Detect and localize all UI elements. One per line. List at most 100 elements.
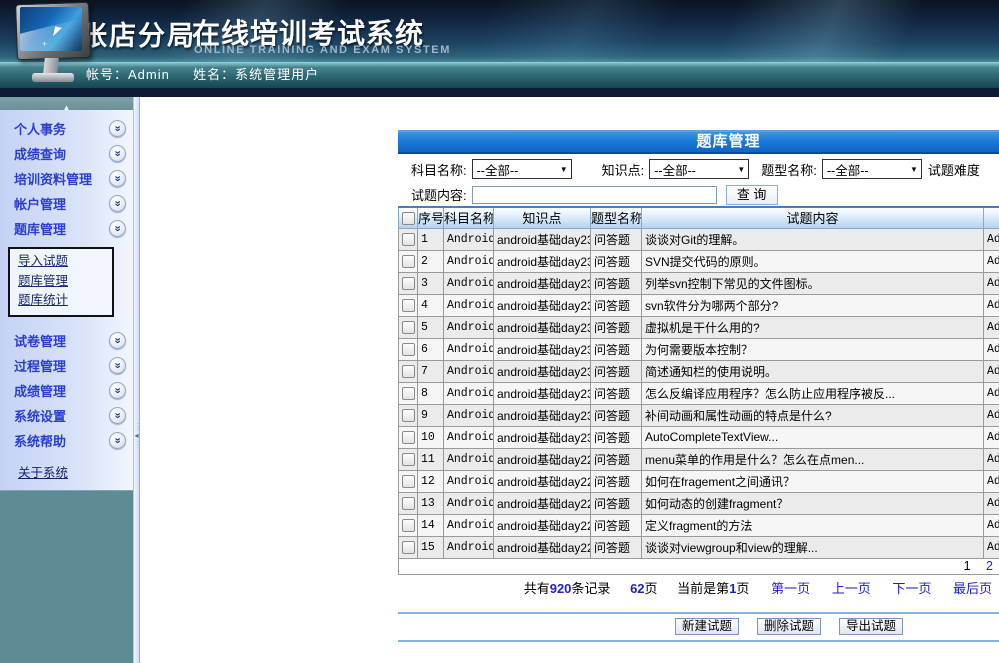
pages-suffix: 页 [645, 581, 658, 596]
cell-no: 10 [418, 426, 444, 448]
cell-subject: Android [444, 514, 494, 536]
cell-no: 13 [418, 492, 444, 514]
splitter-collapse-handle[interactable] [134, 422, 139, 449]
qtype-select[interactable]: --全部-- [822, 159, 922, 179]
sidebar-item-label: 个人事务 [14, 119, 109, 138]
cell-qtype: 问答题 [591, 228, 642, 250]
cell-subject: Android [444, 492, 494, 514]
sidebar-menu-item[interactable]: 成绩管理 [0, 378, 133, 403]
search-button[interactable]: 查 询 [726, 185, 778, 205]
cell-content: 虚拟机是干什么用的? [642, 316, 984, 338]
cell-content: SVN提交代码的原则。 [642, 250, 984, 272]
next-page-link[interactable]: 下一页 [892, 581, 931, 596]
action-button[interactable]: 新建试题 [675, 618, 739, 635]
cell-subject: Android [444, 382, 494, 404]
checkbox-cell [399, 470, 418, 492]
cell-knowledge: android基础day23 [494, 250, 591, 272]
sidebar-item-label: 成绩管理 [14, 381, 109, 400]
cell-knowledge: android基础day23 [494, 272, 591, 294]
sidebar-menu-item[interactable]: 成绩查询 [0, 141, 133, 166]
sidebar-collapse-strip [0, 97, 133, 110]
row-checkbox[interactable] [402, 541, 415, 554]
cell-knowledge: android基础day22 [494, 448, 591, 470]
sidebar-menu-item[interactable]: 培训资料管理 [0, 166, 133, 191]
cell-creator: Admin [984, 360, 999, 382]
sidebar-menu-item[interactable]: 系统设置 [0, 403, 133, 428]
submenu-link[interactable]: 题库管理 [18, 272, 112, 292]
submenu-link[interactable]: 导入试题 [18, 252, 112, 272]
cell-qtype: 问答题 [591, 404, 642, 426]
cell-creator: Admin [984, 404, 999, 426]
row-checkbox[interactable] [402, 233, 415, 246]
cell-qtype: 问答题 [591, 448, 642, 470]
sidebar-menu-item[interactable]: 题库管理 [0, 216, 133, 241]
submenu-link[interactable]: 题库统计 [18, 291, 112, 311]
row-checkbox[interactable] [402, 453, 415, 466]
first-page-link[interactable]: 第一页 [771, 581, 810, 596]
row-checkbox[interactable] [402, 475, 415, 488]
cell-creator: Admin [984, 382, 999, 404]
sidebar-menu-item[interactable]: 个人事务 [0, 116, 133, 141]
sidebar-menu-item[interactable]: 过程管理 [0, 353, 133, 378]
row-checkbox[interactable] [402, 431, 415, 444]
checkbox-cell [399, 382, 418, 404]
pager-page-link[interactable]: 2 [986, 559, 993, 573]
last-page-link[interactable]: 最后页 [953, 581, 992, 596]
cell-content: 谈谈对viewgroup和view的理解... [642, 536, 984, 558]
double-chevron-down-icon[interactable] [109, 382, 126, 399]
sidebar-menu-item[interactable]: 系统帮助 [0, 428, 133, 453]
about-system-link[interactable]: 关于系统 [18, 466, 68, 480]
checkbox-cell [399, 426, 418, 448]
row-checkbox[interactable] [402, 277, 415, 290]
table-row: 6 Android android基础day23 问答题 为何需要版本控制？ A… [399, 338, 999, 360]
cell-creator: Admin [984, 536, 999, 558]
checkbox-cell [399, 272, 418, 294]
double-chevron-down-icon[interactable] [109, 145, 126, 162]
row-checkbox[interactable] [402, 343, 415, 356]
cell-qtype: 问答题 [591, 272, 642, 294]
column-header: 创建人 [984, 207, 999, 228]
row-checkbox[interactable] [402, 387, 415, 400]
content-search-input[interactable] [472, 186, 717, 204]
sidebar-menu-top: 个人事务 成绩查询 培训资料管理 帐户管理 [0, 110, 133, 241]
cell-qtype: 问答题 [591, 492, 642, 514]
table-row: 13 Android android基础day22 问答题 如何动态的创建fra… [399, 492, 999, 514]
row-checkbox[interactable] [402, 497, 415, 510]
double-chevron-down-icon[interactable] [109, 170, 126, 187]
double-chevron-down-icon[interactable] [109, 120, 126, 137]
cell-no: 5 [418, 316, 444, 338]
action-button[interactable]: 导出试题 [839, 618, 903, 635]
sidebar-menu-item[interactable]: 帐户管理 [0, 191, 133, 216]
cell-content: 怎么反编译应用程序？怎么防止应用程序被反... [642, 382, 984, 404]
prev-page-link[interactable]: 上一页 [832, 581, 871, 596]
filter-row-1: 科目名称: --全部-- 知识点: --全部-- 题型名称: --全部-- 试题… [398, 154, 999, 184]
cell-subject: Android [444, 360, 494, 382]
action-button[interactable]: 删除试题 [757, 618, 821, 635]
sidebar: 个人事务 成绩查询 培训资料管理 帐户管理 [0, 97, 133, 663]
sidebar-item-label: 系统设置 [14, 406, 109, 425]
row-checkbox[interactable] [402, 519, 415, 532]
row-checkbox[interactable] [402, 255, 415, 268]
sidebar-menu-item[interactable]: 试卷管理 [0, 328, 133, 353]
table-row: 11 Android android基础day22 问答题 menu菜单的作用是… [399, 448, 999, 470]
knowledge-select[interactable]: --全部-- [649, 159, 749, 179]
cell-creator: Admin [984, 316, 999, 338]
row-checkbox[interactable] [402, 299, 415, 312]
double-chevron-down-icon[interactable] [109, 407, 126, 424]
select-dropdown-icon [737, 165, 745, 174]
double-chevron-down-icon[interactable] [109, 357, 126, 374]
checkbox-cell [399, 492, 418, 514]
row-checkbox[interactable] [402, 409, 415, 422]
subject-select[interactable]: --全部-- [472, 159, 572, 179]
sidebar-splitter[interactable] [133, 97, 140, 663]
double-chevron-down-icon[interactable] [109, 220, 126, 237]
double-chevron-down-icon[interactable] [109, 332, 126, 349]
row-checkbox[interactable] [402, 365, 415, 378]
row-checkbox[interactable] [402, 321, 415, 334]
cell-subject: Android [444, 426, 494, 448]
select-all-checkbox[interactable] [402, 212, 415, 225]
cell-no: 1 [418, 228, 444, 250]
cell-knowledge: android基础day23 [494, 338, 591, 360]
double-chevron-down-icon[interactable] [109, 432, 126, 449]
double-chevron-down-icon[interactable] [109, 195, 126, 212]
